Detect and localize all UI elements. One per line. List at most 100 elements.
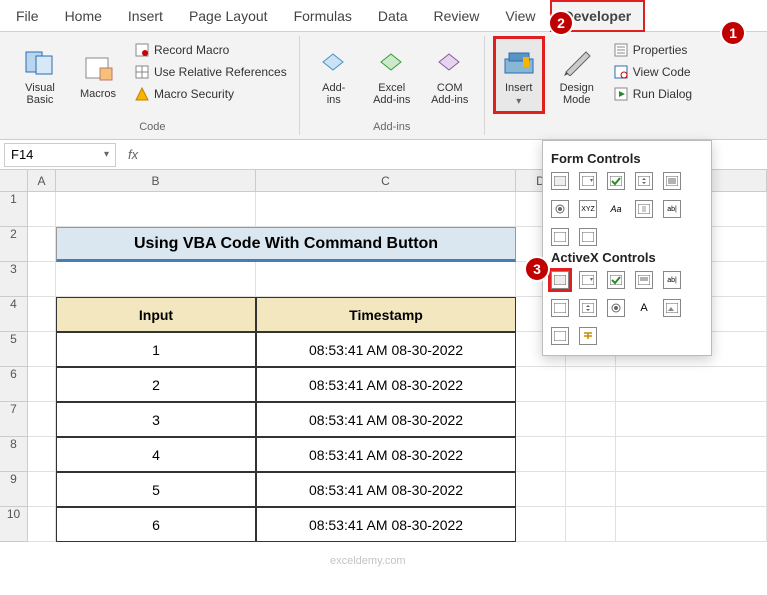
design-mode-icon — [559, 44, 595, 80]
macros-label: Macros — [80, 88, 116, 100]
record-macro-button[interactable]: Record Macro — [130, 40, 291, 60]
tab-view[interactable]: View — [493, 2, 547, 30]
callout-2: 2 — [548, 10, 574, 36]
view-code-button[interactable]: View Code — [609, 62, 696, 82]
properties-button[interactable]: Properties — [609, 40, 696, 60]
row-header-9[interactable]: 9 — [0, 472, 28, 507]
visual-basic-button[interactable]: Visual Basic — [14, 36, 66, 114]
table-cell[interactable]: 5 — [56, 472, 256, 507]
form-combo2-icon[interactable] — [551, 228, 569, 246]
form-controls-icons: XYZ Aa ab| — [551, 172, 703, 246]
table-cell[interactable]: 08:53:41 AM 08-30-2022 — [256, 472, 516, 507]
activex-toggle-icon[interactable] — [551, 327, 569, 345]
insert-controls-button[interactable]: Insert ▾ — [493, 36, 545, 114]
form-groupbox-icon[interactable]: XYZ — [579, 200, 597, 218]
row-header-10[interactable]: 10 — [0, 507, 28, 542]
ribbon: Visual Basic Macros Record Macro Use Rel… — [0, 32, 767, 140]
form-option-icon[interactable] — [551, 200, 569, 218]
header-input[interactable]: Input — [56, 297, 256, 332]
tab-formulas[interactable]: Formulas — [282, 2, 364, 30]
activex-spin-icon[interactable] — [579, 299, 597, 317]
view-code-icon — [613, 64, 629, 80]
tab-file[interactable]: File — [4, 2, 51, 30]
tab-insert[interactable]: Insert — [116, 2, 175, 30]
use-relative-references-button[interactable]: Use Relative References — [130, 62, 291, 82]
activex-image-icon[interactable] — [663, 299, 681, 317]
tab-home[interactable]: Home — [53, 2, 114, 30]
warning-icon — [134, 86, 150, 102]
row-header-7[interactable]: 7 — [0, 402, 28, 437]
form-spin-icon[interactable] — [635, 172, 653, 190]
table-cell[interactable]: 6 — [56, 507, 256, 542]
table-cell[interactable]: 08:53:41 AM 08-30-2022 — [256, 507, 516, 542]
title-cell[interactable]: Using VBA Code With Command Button — [56, 227, 516, 262]
row-header-5[interactable]: 5 — [0, 332, 28, 367]
col-header-C[interactable]: C — [256, 170, 516, 192]
table-cell[interactable]: 08:53:41 AM 08-30-2022 — [256, 402, 516, 437]
table-cell[interactable]: 3 — [56, 402, 256, 437]
group-controls: Insert ▾ Design Mode Properties View Cod… — [485, 36, 704, 135]
activex-listbox-icon[interactable] — [635, 271, 653, 289]
tab-data[interactable]: Data — [366, 2, 420, 30]
group-code: Visual Basic Macros Record Macro Use Rel… — [6, 36, 300, 135]
callout-1: 1 — [720, 20, 746, 46]
select-all-corner[interactable] — [0, 170, 28, 192]
col-header-A[interactable]: A — [28, 170, 56, 192]
com-addins-button[interactable]: COM Add-ins — [424, 36, 476, 114]
activex-more-icon[interactable] — [579, 327, 597, 345]
activex-checkbox-icon[interactable] — [607, 271, 625, 289]
name-box[interactable]: F14 ▾ — [4, 143, 116, 167]
activex-controls-heading: ActiveX Controls — [551, 250, 703, 265]
watermark: exceldemy.com — [330, 555, 406, 567]
form-combo3-icon[interactable] — [579, 228, 597, 246]
tab-page-layout[interactable]: Page Layout — [177, 2, 280, 30]
chevron-down-icon: ▾ — [516, 96, 521, 107]
grid-icon — [134, 64, 150, 80]
macro-security-button[interactable]: Macro Security — [130, 84, 291, 104]
run-dialog-icon — [613, 86, 629, 102]
addins-button[interactable]: Add- ins — [308, 36, 360, 114]
macros-icon — [80, 50, 116, 86]
callout-3: 3 — [524, 256, 550, 282]
form-scrollbar-icon[interactable] — [635, 200, 653, 218]
row-header-4[interactable]: 4 — [0, 297, 28, 332]
activex-textbox-icon[interactable]: ab| — [663, 271, 681, 289]
form-label-icon[interactable]: Aa — [607, 200, 625, 218]
table-cell[interactable]: 4 — [56, 437, 256, 472]
excel-addins-button[interactable]: Excel Add-ins — [366, 36, 418, 114]
group-controls-label — [593, 119, 596, 135]
form-listbox-icon[interactable] — [663, 172, 681, 190]
design-mode-button[interactable]: Design Mode — [551, 36, 603, 114]
form-checkbox-icon[interactable] — [607, 172, 625, 190]
form-button-icon[interactable] — [551, 172, 569, 190]
activex-combo-icon[interactable] — [579, 271, 597, 289]
insert-controls-dropdown: Form Controls XYZ Aa ab| ActiveX Control… — [542, 140, 712, 356]
row-header-3[interactable]: 3 — [0, 262, 28, 297]
activex-label-icon[interactable]: A — [635, 299, 653, 317]
group-code-label: Code — [139, 119, 165, 135]
table-cell[interactable]: 08:53:41 AM 08-30-2022 — [256, 332, 516, 367]
table-cell[interactable]: 1 — [56, 332, 256, 367]
row-header-8[interactable]: 8 — [0, 437, 28, 472]
row-header-2[interactable]: 2 — [0, 227, 28, 262]
excel-addins-icon — [374, 44, 410, 80]
activex-option-icon[interactable] — [607, 299, 625, 317]
group-addins: Add- ins Excel Add-ins COM Add-ins Add-i… — [300, 36, 485, 135]
form-combo-icon[interactable] — [579, 172, 597, 190]
table-cell[interactable]: 2 — [56, 367, 256, 402]
table-cell[interactable]: 08:53:41 AM 08-30-2022 — [256, 437, 516, 472]
activex-command-button-icon[interactable] — [551, 271, 569, 289]
col-header-B[interactable]: B — [56, 170, 256, 192]
tab-review[interactable]: Review — [422, 2, 492, 30]
row-header-6[interactable]: 6 — [0, 367, 28, 402]
macros-button[interactable]: Macros — [72, 36, 124, 114]
activex-scrollbar-icon[interactable] — [551, 299, 569, 317]
table-cell[interactable]: 08:53:41 AM 08-30-2022 — [256, 367, 516, 402]
visual-basic-icon — [22, 44, 58, 80]
fx-icon[interactable]: fx — [120, 147, 146, 162]
row-header-1[interactable]: 1 — [0, 192, 28, 227]
run-dialog-button[interactable]: Run Dialog — [609, 84, 696, 104]
com-addins-label: COM Add-ins — [431, 82, 468, 106]
form-textfield-icon[interactable]: ab| — [663, 200, 681, 218]
header-timestamp[interactable]: Timestamp — [256, 297, 516, 332]
